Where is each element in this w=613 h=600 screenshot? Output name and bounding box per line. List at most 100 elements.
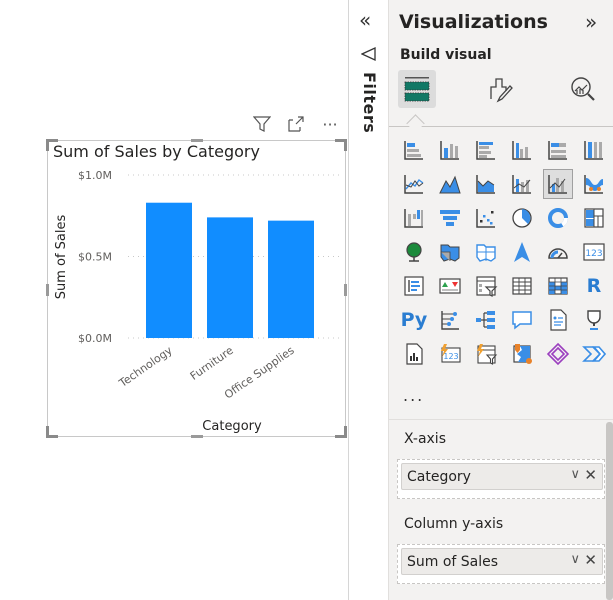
visual-type-python-visual[interactable]: Py (399, 305, 429, 335)
pane-title: Visualizations (399, 11, 548, 33)
format-visual-tab[interactable] (482, 70, 520, 108)
visual-type-ribbon-chart[interactable] (579, 169, 609, 199)
column-y-axis-well-label: Column y-axis (404, 516, 504, 532)
goals-icon (587, 310, 601, 330)
svg-text:123: 123 (443, 352, 458, 361)
visual-type-donut-chart[interactable] (543, 203, 573, 233)
remove-field-icon[interactable]: ✕ (584, 551, 597, 569)
visual-type-gauge[interactable] (543, 237, 573, 267)
column-y-axis-well[interactable]: Sum of Sales ∨ ✕ (397, 544, 605, 584)
chevron-down-icon[interactable]: ∨ (570, 467, 580, 482)
visual-type-metric-slicer[interactable] (471, 339, 501, 369)
field-name: Category (407, 469, 471, 485)
card-icon: 123 (583, 243, 605, 261)
visual-type-map[interactable] (399, 237, 429, 267)
visual-type-funnel-chart[interactable] (435, 203, 465, 233)
visual-type-clustered-column-chart[interactable] (507, 135, 537, 165)
visual-type-100-stacked-bar-chart[interactable] (543, 135, 573, 165)
visual-type-line-and-stacked-column-chart[interactable] (507, 169, 537, 199)
metric-card-icon: 123 (441, 344, 461, 363)
clustered-bar-chart-icon (476, 141, 495, 160)
visual-type-power-automate[interactable] (579, 339, 609, 369)
stacked-area-chart-icon (476, 175, 495, 194)
collapse-filters-icon[interactable]: « (359, 8, 371, 32)
visual-type-treemap[interactable] (579, 203, 609, 233)
chart-plot: $0.0M$0.5M$1.0MTechnology FurnitureOffice… (54, 169, 340, 434)
visual-type-clustered-bar-chart[interactable] (471, 135, 501, 165)
y-tick-label: $1.0M (78, 169, 112, 182)
visual-type-goals[interactable] (579, 305, 609, 335)
metric-slicer-icon (477, 344, 498, 365)
visual-type-azure-map[interactable] (507, 237, 537, 267)
line-and-stacked-column-chart-icon (512, 175, 531, 194)
x-axis-well[interactable]: Category ∨ ✕ (397, 459, 605, 499)
field-pill-category[interactable]: Category ∨ ✕ (401, 463, 603, 490)
visual-type-slicer[interactable] (471, 271, 501, 301)
expand-pane-icon[interactable]: » (585, 10, 597, 34)
visual-type-arcgis-map[interactable] (507, 339, 537, 369)
y-tick-label: $0.5M (78, 251, 112, 264)
section-divider (389, 419, 613, 420)
field-name: Sum of Sales (407, 554, 499, 570)
visual-type-gallery: 123 R Py 123 (399, 135, 609, 373)
column-chart-visual[interactable]: Sum of Sales by Category $0.0M $0.5M $1.0M… (46, 139, 347, 438)
visual-type-area-chart[interactable] (435, 169, 465, 199)
visual-type-waterfall-chart[interactable] (399, 203, 429, 233)
paginated-report-icon (406, 343, 423, 365)
stacked-column-chart-icon (440, 141, 459, 160)
filters-pane: « Filters (348, 0, 389, 600)
svg-text:123: 123 (585, 249, 602, 259)
visual-type-line-and-clustered-column-chart[interactable] (543, 169, 573, 199)
power-automate-icon (582, 346, 606, 362)
x-tick-label: Furniture (188, 344, 236, 383)
visual-type-stacked-column-chart[interactable] (435, 135, 465, 165)
visual-type-stacked-bar-chart[interactable] (399, 135, 429, 165)
kpi-icon (439, 278, 461, 294)
filter-icon[interactable] (252, 114, 272, 134)
more-visuals-button[interactable]: ... (403, 386, 424, 405)
visual-type-table[interactable] (507, 271, 537, 301)
filters-pane-label[interactable]: Filters (360, 72, 379, 133)
line-chart-icon (404, 175, 424, 194)
visual-type-multi-row-card[interactable] (399, 271, 429, 301)
filled-map-icon (440, 244, 460, 262)
visual-type-metric-card[interactable]: 123 (435, 339, 465, 369)
y-axis-title: Sum of Sales (54, 215, 69, 300)
visual-type-key-influencers[interactable] (435, 305, 465, 335)
visual-type-r-script-visual[interactable]: R (579, 271, 609, 301)
visual-type-filled-map[interactable] (435, 237, 465, 267)
more-options-icon[interactable]: ··· (320, 114, 340, 134)
area-chart-icon (439, 175, 461, 194)
bar-furniture (207, 217, 253, 338)
map-icon (406, 242, 422, 262)
field-pill-sum-of-sales[interactable]: Sum of Sales ∨ ✕ (401, 548, 603, 575)
multi-row-card-icon (404, 276, 424, 296)
chevron-down-icon[interactable]: ∨ (570, 552, 580, 567)
y-tick-label: $0.0M (78, 332, 112, 345)
visual-type-smart-narrative[interactable] (543, 305, 573, 335)
remove-field-icon[interactable]: ✕ (584, 466, 597, 484)
visual-type-decomposition-tree[interactable] (471, 305, 501, 335)
analytics-tab[interactable] (564, 70, 602, 108)
visual-type-100-stacked-column-chart[interactable] (579, 135, 609, 165)
build-visual-tab[interactable] (398, 70, 436, 108)
filter-icon (360, 46, 377, 66)
visual-type-pie-chart[interactable] (507, 203, 537, 233)
gauge-icon (548, 248, 568, 259)
visual-type-card[interactable]: 123 (579, 237, 609, 267)
r-script-visual-icon: R (586, 275, 602, 297)
fields-scrollbar[interactable] (606, 422, 613, 600)
visual-type-scatter-chart[interactable] (471, 203, 501, 233)
visual-type-paginated-report[interactable] (399, 339, 429, 369)
visual-type-qa[interactable] (507, 305, 537, 335)
decomposition-tree-icon (476, 311, 495, 329)
matrix-icon (548, 277, 568, 295)
visual-type-matrix[interactable] (543, 271, 573, 301)
visual-type-power-apps[interactable] (543, 339, 573, 369)
focus-mode-icon[interactable] (286, 114, 306, 134)
visual-type-shape-map[interactable] (471, 237, 501, 267)
analytics-magnifier-icon (571, 77, 595, 101)
visual-type-kpi[interactable] (435, 271, 465, 301)
visual-type-line-chart[interactable] (399, 169, 429, 199)
visual-type-stacked-area-chart[interactable] (471, 169, 501, 199)
